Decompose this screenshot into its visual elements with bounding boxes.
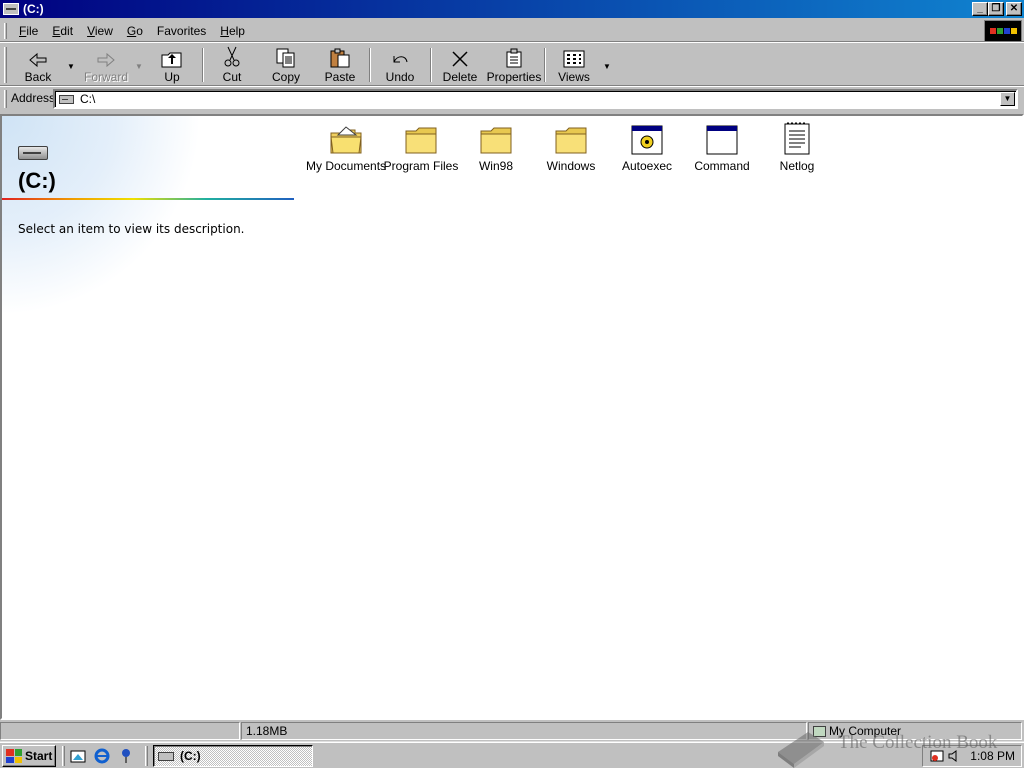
scissors-icon <box>224 46 240 67</box>
copy-icon <box>276 48 295 68</box>
address-bar: Address C:\ ▼ <box>0 87 1024 111</box>
file-item[interactable]: Netlog <box>757 119 837 173</box>
start-button[interactable]: Start <box>2 745 56 767</box>
address-label: Address <box>11 91 56 105</box>
scheduler-icon[interactable] <box>930 749 944 763</box>
file-item[interactable]: My Documents <box>306 119 386 173</box>
folder-icon <box>480 127 512 154</box>
menu-bar: File Edit View Go Favorites Help <box>0 20 1024 42</box>
back-button[interactable]: Back <box>18 46 58 84</box>
folder-view[interactable]: (C:) Select an item to view its descript… <box>0 114 1024 720</box>
menu-help[interactable]: Help <box>213 24 252 38</box>
clock[interactable]: 1:08 PM <box>970 749 1015 763</box>
batch-file-icon <box>631 125 663 155</box>
undo-button[interactable]: Undo <box>380 46 420 84</box>
drive-icon[interactable] <box>3 3 19 15</box>
close-button[interactable]: ✕ <box>1006 2 1022 16</box>
status-bar: 1.18MB My Computer <box>0 721 1024 741</box>
menu-grip[interactable] <box>4 23 7 39</box>
delete-x-icon <box>452 51 468 67</box>
address-dropdown-button[interactable]: ▼ <box>1000 92 1015 106</box>
up-button[interactable]: Up <box>155 46 189 84</box>
views-button[interactable]: Views <box>555 46 593 84</box>
cut-button[interactable]: Cut <box>215 46 249 84</box>
folder-icon <box>405 127 437 154</box>
back-dropdown-icon[interactable]: ▼ <box>67 62 75 71</box>
quicklaunch-grip[interactable] <box>62 746 65 766</box>
menu-go[interactable]: Go <box>120 24 150 38</box>
toolbar-grip[interactable] <box>4 47 7 83</box>
windows-flag-icon <box>6 749 22 763</box>
toolbar-separator <box>430 48 432 82</box>
status-size: 1.18MB <box>241 722 807 740</box>
address-value: C:\ <box>80 92 96 106</box>
menu-file[interactable]: File <box>12 24 45 38</box>
properties-button[interactable]: Properties <box>486 46 542 84</box>
minimize-button[interactable]: _ <box>972 2 988 16</box>
menu-view[interactable]: View <box>80 24 120 38</box>
folder-description: Select an item to view its description. <box>18 222 245 236</box>
ms-dos-program-icon <box>706 125 738 155</box>
properties-icon <box>506 48 522 68</box>
show-desktop-icon[interactable] <box>70 748 86 764</box>
status-object-count <box>0 722 240 740</box>
toolbar-separator <box>202 48 204 82</box>
back-arrow-icon <box>29 52 47 68</box>
taskbar: Start (C:) 1:08 PM <box>0 742 1024 768</box>
channels-icon[interactable] <box>118 748 134 764</box>
address-input[interactable]: C:\ ▼ <box>53 89 1018 109</box>
forward-dropdown-icon[interactable]: ▼ <box>135 62 143 71</box>
toolbar-separator <box>544 48 546 82</box>
menu-favorites[interactable]: Favorites <box>150 24 213 38</box>
title-bar[interactable]: (C:) _ ❐ ✕ <box>0 0 1024 18</box>
drive-icon <box>59 94 74 104</box>
views-dropdown-icon[interactable]: ▼ <box>603 62 611 71</box>
toolbar-separator <box>369 48 371 82</box>
file-item[interactable]: Win98 <box>456 119 536 173</box>
title-divider <box>2 198 294 200</box>
internet-explorer-icon[interactable] <box>94 748 110 764</box>
taskbar-grip[interactable] <box>145 746 148 766</box>
volume-speaker-icon[interactable] <box>947 749 961 763</box>
undo-icon <box>393 56 408 63</box>
hard-drive-icon <box>18 146 48 160</box>
folder-icon <box>555 127 587 154</box>
system-tray: 1:08 PM <box>922 745 1022 767</box>
standard-toolbar: Back ▼ Forward ▼ Up Cut Copy Paste Undo … <box>0 44 1024 86</box>
restore-button[interactable]: ❐ <box>988 2 1004 16</box>
window-title: (C:) <box>23 2 44 16</box>
file-item[interactable]: Command <box>682 119 762 173</box>
forward-arrow-icon <box>97 52 115 68</box>
views-grid-icon <box>563 50 585 68</box>
my-documents-folder-icon <box>330 126 362 154</box>
folder-title: (C:) <box>18 168 56 193</box>
up-folder-icon <box>161 52 182 68</box>
menu-edit[interactable]: Edit <box>45 24 80 38</box>
drive-icon <box>158 751 174 761</box>
delete-button[interactable]: Delete <box>440 46 480 84</box>
copy-button[interactable]: Copy <box>266 46 306 84</box>
file-item[interactable]: Autoexec <box>607 119 687 173</box>
status-zone: My Computer <box>808 722 1022 740</box>
paste-button[interactable]: Paste <box>320 46 360 84</box>
explorer-window: (C:) _ ❐ ✕ File Edit View Go Favorites H… <box>0 0 1024 742</box>
text-document-icon <box>784 122 810 155</box>
file-item[interactable]: Program Files <box>381 119 461 173</box>
windows-logo-icon <box>984 20 1022 42</box>
my-computer-icon <box>813 726 826 738</box>
file-item[interactable]: Windows <box>531 119 611 173</box>
taskbar-window-button[interactable]: (C:) <box>153 745 313 767</box>
paste-icon <box>330 48 350 68</box>
address-grip[interactable] <box>4 90 7 108</box>
forward-button[interactable]: Forward <box>80 46 132 84</box>
